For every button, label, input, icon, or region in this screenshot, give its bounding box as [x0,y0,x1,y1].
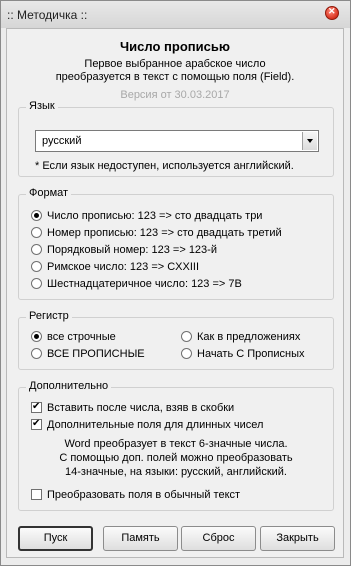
chevron-down-icon[interactable] [302,132,317,150]
checkbox-label: Вставить после числа, взяв в скобки [47,402,235,414]
close-button[interactable]: Закрыть [260,526,335,551]
case-option-sentence[interactable]: Как в предложениях [181,331,300,343]
extra-group-label: Дополнительно [26,380,112,392]
convert-fields-checkbox[interactable]: Преобразовать поля в обычный текст [31,489,240,501]
dialog-window: :: Методичка :: Число прописью Первое вы… [0,0,351,566]
radio-icon[interactable] [31,244,42,255]
radio-icon[interactable] [31,348,42,359]
language-select[interactable]: русский [35,130,319,152]
info-line-1: Word преобразует в текст 6-значные числа… [64,438,288,450]
format-option-label: Номер прописью: 123 => сто двадцать трет… [47,227,282,239]
info-line-2: С помощью доп. полей можно преобразовать [59,452,293,464]
start-button[interactable]: Пуск [18,526,93,551]
format-group: Формат Число прописью: 123 => сто двадца… [18,187,334,300]
window-title: :: Методичка :: [7,8,88,22]
case-group-label: Регистр [26,310,72,322]
checkbox-icon[interactable] [31,489,42,500]
case-option-title[interactable]: Начать С Прописных [181,348,304,360]
description-line-2: преобразуется в текст с помощью поля (Fi… [55,71,295,83]
language-group: Язык русский * Если язык недоступен, исп… [18,100,334,177]
extra-group: Дополнительно Вставить после числа, взяв… [18,380,334,511]
checkbox-checked-icon[interactable] [31,417,42,431]
format-option-words[interactable]: Число прописью: 123 => сто двадцать три [31,210,262,222]
extra-fields-checkbox[interactable]: Дополнительные поля для длинных чисел [31,417,264,431]
format-option-label: Число прописью: 123 => сто двадцать три [47,210,263,222]
wrap-brackets-checkbox[interactable]: Вставить после числа, взяв в скобки [31,400,235,414]
dialog-heading: Число прописью [120,39,230,54]
language-select-value: русский [42,135,82,147]
radio-icon[interactable] [31,227,42,238]
reset-button[interactable]: Сброс [181,526,256,551]
memory-button[interactable]: Память [103,526,178,551]
case-option-label: все строчные [47,331,116,343]
radio-selected-icon[interactable] [31,210,42,221]
checkbox-label: Преобразовать поля в обычный текст [47,489,241,501]
case-group: Регистр все строчные ВСЕ ПРОПИСНЫЕ Как в… [18,310,334,370]
radio-icon[interactable] [181,331,192,342]
case-option-lower[interactable]: все строчные [31,331,116,343]
checkbox-label: Дополнительные поля для длинных чисел [47,419,264,431]
format-option-ordinal-words[interactable]: Номер прописью: 123 => сто двадцать трет… [31,227,282,239]
info-line-3: 14-значные, на языки: русский, английски… [65,466,287,478]
format-option-hex[interactable]: Шестнадцатеричное число: 123 => 7B [31,278,242,290]
format-group-label: Формат [26,187,72,199]
checkbox-checked-icon[interactable] [31,400,42,414]
language-group-label: Язык [26,100,58,112]
close-window-button[interactable] [325,6,339,20]
format-option-label: Порядковый номер: 123 => 123-й [47,244,217,256]
format-option-roman[interactable]: Римское число: 123 => CXXIII [31,261,199,273]
radio-icon[interactable] [31,278,42,289]
radio-selected-icon[interactable] [31,331,42,342]
title-bar[interactable]: :: Методичка :: [1,1,350,28]
radio-icon[interactable] [181,348,192,359]
description-line-1: Первое выбранное арабское число [84,58,266,70]
dialog-body: Число прописью Первое выбранное арабское… [6,28,344,558]
format-option-label: Римское число: 123 => CXXIII [47,261,200,273]
case-option-label: ВСЕ ПРОПИСНЫЕ [47,348,145,360]
case-option-upper[interactable]: ВСЕ ПРОПИСНЫЕ [31,348,145,360]
format-option-label: Шестнадцатеричное число: 123 => 7B [47,278,242,290]
language-note: * Если язык недоступен, используется анг… [35,160,294,172]
case-option-label: Начать С Прописных [197,348,305,360]
format-option-ordinal-number[interactable]: Порядковый номер: 123 => 123-й [31,244,217,256]
case-option-label: Как в предложениях [197,331,301,343]
radio-icon[interactable] [31,261,42,272]
